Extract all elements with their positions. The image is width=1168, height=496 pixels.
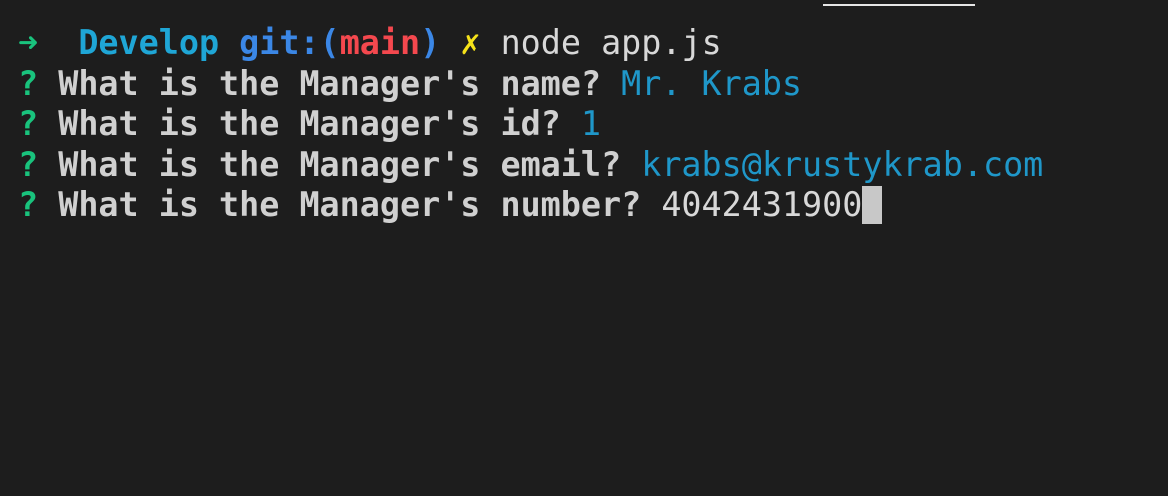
- question-line: ? What is the Manager's name? Mr. Krabs: [18, 64, 1043, 105]
- prompt-arrow-icon: ➜: [18, 23, 39, 62]
- question-text: What is the Manager's email?: [58, 144, 622, 184]
- answer-text: krabs@krustykrab.com: [641, 144, 1044, 184]
- typed-input[interactable]: 4042431900: [661, 185, 862, 224]
- answer-text: Mr. Krabs: [621, 63, 803, 103]
- dirty-mark-icon: ✗: [460, 23, 481, 62]
- terminal-window[interactable]: ➜ Develop git:(main) ✗ node app.js ? Wha…: [0, 0, 1168, 496]
- terminal-output: ➜ Develop git:(main) ✗ node app.js ? Wha…: [18, 23, 1043, 226]
- question-text: What is the Manager's number?: [58, 185, 642, 224]
- active-question-line[interactable]: ? What is the Manager's number? 40424319…: [18, 185, 1043, 226]
- answer-text: 1: [580, 104, 602, 143]
- current-directory: Develop: [78, 23, 220, 62]
- git-branch: main: [339, 23, 421, 62]
- git-paren-open: (: [319, 23, 340, 62]
- question-marker: ?: [18, 104, 39, 143]
- command-text: node app.js: [500, 23, 722, 62]
- question-text: What is the Manager's name?: [58, 63, 601, 103]
- shell-prompt-line: ➜ Develop git:(main) ✗ node app.js: [18, 23, 1043, 64]
- question-text: What is the Manager's id?: [58, 104, 561, 143]
- question-marker: ?: [18, 144, 39, 184]
- top-edge-marker: [823, 4, 975, 6]
- text-cursor: [862, 186, 883, 224]
- git-paren-close: ): [420, 23, 441, 62]
- git-label: git:: [239, 23, 320, 62]
- question-line: ? What is the Manager's email? krabs@kru…: [18, 145, 1043, 186]
- question-marker: ?: [18, 185, 39, 224]
- question-marker: ?: [18, 63, 39, 103]
- question-line: ? What is the Manager's id? 1: [18, 104, 1043, 145]
